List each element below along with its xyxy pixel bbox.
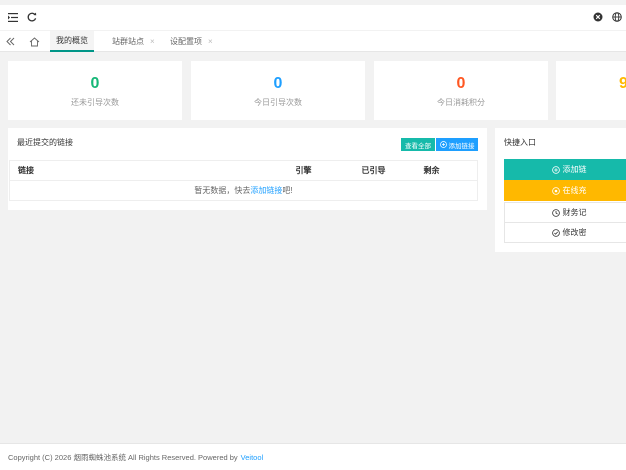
menu-fold-icon[interactable]	[7, 11, 19, 23]
column-header-remaining: 剩余	[415, 160, 478, 181]
stat-value: 9	[619, 75, 626, 92]
column-header-guided: 已引导	[353, 160, 416, 181]
plus-circle-icon	[439, 141, 447, 148]
coin-icon	[551, 186, 560, 195]
tab-overview[interactable]: 我的概览	[50, 31, 94, 52]
stat-label: 还未引导次数	[71, 98, 119, 107]
empty-prefix: 暂无数据，快去	[194, 186, 251, 195]
stat-value: 0	[456, 75, 466, 92]
panel-title: 最近提交的链接	[17, 138, 73, 147]
empty-row: 暂无数据，快去添加链接吧!	[10, 181, 478, 201]
column-header-engine: 引擎	[287, 160, 354, 181]
tab-sites[interactable]: 站群站点 ×	[106, 31, 161, 52]
view-all-button[interactable]: 查看全部	[401, 138, 435, 151]
quick-label: 财务记	[562, 208, 587, 217]
quick-label: 在线充	[562, 186, 587, 195]
quick-label: 添加链	[562, 165, 587, 174]
table-header-row: 链接 引擎 已引导 剩余	[9, 160, 478, 181]
check-circle-icon	[551, 228, 560, 237]
add-link-button[interactable]: 添加链接	[436, 138, 478, 151]
clock-icon	[551, 208, 560, 217]
quick-finance-button[interactable]: 财务记	[504, 202, 626, 223]
stat-value: 0	[273, 75, 283, 92]
refresh-icon[interactable]	[26, 11, 38, 23]
links-table: 链接 引擎 已引导 剩余 暂无数据，快去添加链接吧!	[9, 160, 478, 201]
empty-add-link[interactable]: 添加链接	[250, 186, 282, 195]
top-bar	[0, 5, 626, 30]
stat-card-balance: 9	[556, 61, 626, 120]
tab-scroll-left-icon[interactable]	[4, 35, 16, 48]
quick-label: 修改密	[562, 228, 587, 237]
powered-by-link[interactable]: Veitool	[241, 453, 264, 462]
tab-settings[interactable]: 设配置项 ×	[164, 31, 219, 52]
add-link-label: 添加链接	[448, 142, 475, 150]
footer: Copyright (C) 2026 烟雨蜘蛛池系统 All Rights Re…	[0, 443, 626, 470]
home-icon[interactable]	[27, 35, 41, 48]
stat-label: 今日引导次数	[254, 98, 302, 107]
stat-label: 今日消耗积分	[437, 98, 485, 107]
tab-close-icon[interactable]: ×	[150, 37, 155, 46]
tab-label: 我的概览	[56, 36, 88, 45]
quick-change-password-button[interactable]: 修改密	[504, 222, 626, 243]
empty-suffix: 吧!	[282, 186, 293, 195]
copyright-text: Copyright (C) 2026 烟雨蜘蛛池系统 All Rights Re…	[8, 452, 238, 462]
plus-circle-icon	[551, 165, 560, 174]
empty-message: 暂无数据，快去添加链接吧!	[10, 181, 478, 201]
tab-close-icon[interactable]: ×	[208, 37, 213, 46]
stat-value: 0	[90, 75, 100, 92]
stat-card-unguided: 0 还未引导次数	[8, 61, 182, 120]
quick-add-link-button[interactable]: 添加链	[504, 159, 626, 180]
globe-icon[interactable]	[611, 11, 623, 23]
close-circle-icon[interactable]	[592, 11, 604, 23]
tab-bar: 我的概览 站群站点 × 设配置项 ×	[0, 31, 626, 52]
column-header-link: 链接	[9, 160, 288, 181]
stat-card-today-guided: 0 今日引导次数	[191, 61, 365, 120]
tab-label: 设配置项	[170, 37, 202, 46]
stat-card-today-points: 0 今日消耗积分	[374, 61, 548, 120]
panel-title: 快捷入口	[504, 138, 536, 147]
quick-recharge-button[interactable]: 在线充	[504, 180, 626, 201]
tab-label: 站群站点	[112, 37, 144, 46]
